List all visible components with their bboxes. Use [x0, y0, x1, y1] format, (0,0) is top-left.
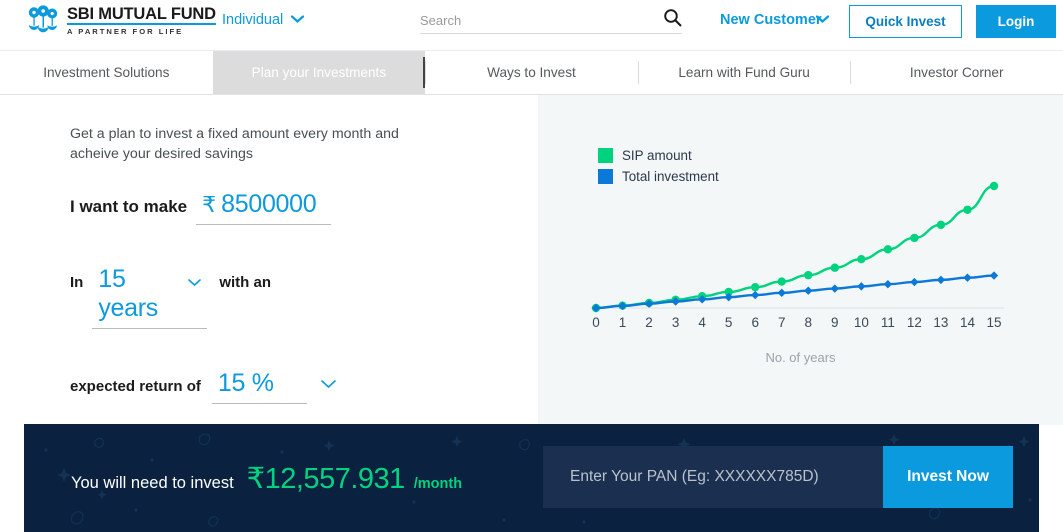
brand-logo[interactable]: SBI MUTUAL FUND A PARTNER FOR LIFE — [26, 4, 216, 38]
audience-selector[interactable]: Individual — [222, 12, 305, 28]
legend-swatch — [598, 148, 613, 163]
svg-text:0: 0 — [592, 315, 600, 330]
chart-x-axis-title: No. of years — [765, 350, 836, 365]
nav-item-plan-your-investments[interactable]: Plan your Investments — [212, 51, 426, 94]
goal-amount-row: I want to make ₹ 8500000 — [70, 190, 538, 225]
svg-text:6: 6 — [751, 315, 759, 330]
goal-amount-label: I want to make — [70, 197, 188, 216]
svg-text:8: 8 — [805, 315, 813, 330]
nav-item-investment-solutions[interactable]: Investment Solutions — [0, 51, 213, 94]
duration-row: In 15 years with an — [70, 265, 538, 329]
chevron-down-icon — [815, 12, 829, 28]
search-input[interactable] — [420, 12, 663, 28]
chevron-down-icon — [291, 12, 305, 28]
growth-chart-panel: SIP amount Total investment 0 1 2 3 4 5 6 7 8 9 10… — [538, 95, 1063, 425]
calculator-intro-text: Get a plan to invest a fixed amount ever… — [70, 126, 399, 162]
top-header-bar: SBI MUTUAL FUND A PARTNER FOR LIFE Indiv… — [0, 0, 1063, 51]
goal-amount-input[interactable]: ₹ 8500000 — [196, 190, 332, 225]
line-chart: 0 1 2 3 4 5 6 7 8 9 10 11 12 13 14 15 — [590, 181, 1004, 330]
svg-text:2: 2 — [645, 315, 653, 330]
svg-text:3: 3 — [672, 315, 680, 330]
audience-selector-label: Individual — [222, 12, 284, 28]
chevron-down-icon — [188, 275, 202, 290]
new-customer-menu[interactable]: New Customer — [720, 12, 829, 28]
svg-text:13: 13 — [933, 315, 948, 330]
expected-return-label: expected return of — [70, 378, 201, 395]
result-label: You will need to invest — [71, 473, 234, 492]
nav-label: Investment Solutions — [43, 65, 170, 80]
svg-text:7: 7 — [778, 315, 786, 330]
nav-label: Investor Corner — [909, 65, 1004, 80]
svg-text:9: 9 — [831, 315, 839, 330]
svg-text:15: 15 — [986, 315, 1001, 330]
nav-label: Plan your Investments — [251, 65, 387, 80]
result-cta-bar: You will need to invest ₹12,557.931 /mon… — [24, 424, 1039, 532]
expected-return-dropdown[interactable]: 15 % — [211, 369, 307, 404]
svg-text:14: 14 — [960, 315, 976, 330]
monthly-investment-amount: ₹12,557.931 — [246, 462, 406, 495]
sbi-keyhole-tree-icon — [26, 4, 60, 38]
legend-item-sip-amount: SIP amount — [598, 148, 719, 163]
page-root: SBI MUTUAL FUND A PARTNER FOR LIFE Indiv… — [0, 0, 1063, 532]
pan-input[interactable] — [543, 446, 888, 508]
expected-return-row: expected return of 15 % — [70, 369, 538, 404]
duration-value: 15 years — [98, 265, 158, 322]
chevron-down-icon[interactable] — [321, 374, 336, 394]
search-icon[interactable] — [663, 8, 682, 32]
svg-text:10: 10 — [854, 315, 869, 330]
main-navigation: Investment Solutions Plan your Investmen… — [0, 51, 1063, 95]
brand-title: SBI MUTUAL FUND — [67, 4, 216, 25]
per-month-suffix: /month — [413, 475, 463, 492]
search-box — [420, 7, 682, 34]
duration-dropdown[interactable]: 15 years — [92, 265, 208, 329]
svg-text:11: 11 — [881, 315, 895, 330]
svg-text:1: 1 — [619, 315, 627, 330]
goal-amount-value: 8500000 — [221, 190, 317, 218]
legend-label: SIP amount — [622, 148, 692, 163]
sip-calculator-form: Get a plan to invest a fixed amount ever… — [0, 95, 538, 425]
invest-now-button[interactable]: Invest Now — [883, 446, 1013, 508]
expected-return-value: 15 % — [217, 369, 274, 397]
svg-text:12: 12 — [907, 315, 922, 330]
rupee-icon: ₹ — [202, 192, 217, 217]
brand-tagline: A PARTNER FOR LIFE — [67, 26, 184, 36]
duration-prefix-label: In — [70, 274, 84, 291]
login-button[interactable]: Login — [976, 5, 1056, 38]
nav-item-ways-to-invest[interactable]: Ways to Invest — [425, 51, 638, 94]
new-customer-label: New Customer — [720, 12, 822, 28]
svg-text:5: 5 — [725, 315, 733, 330]
svg-text:4: 4 — [698, 315, 706, 330]
main-content: Get a plan to invest a fixed amount ever… — [0, 95, 1063, 425]
nav-label: Ways to Invest — [487, 65, 576, 80]
nav-item-learn-with-fund-guru[interactable]: Learn with Fund Guru — [637, 51, 851, 94]
quick-invest-button[interactable]: Quick Invest — [849, 5, 962, 38]
duration-suffix-label: with an — [219, 274, 272, 291]
nav-label: Learn with Fund Guru — [678, 65, 810, 80]
result-summary: You will need to invest ₹12,557.931 /mon… — [71, 461, 462, 496]
nav-item-investor-corner[interactable]: Investor Corner — [850, 51, 1063, 94]
